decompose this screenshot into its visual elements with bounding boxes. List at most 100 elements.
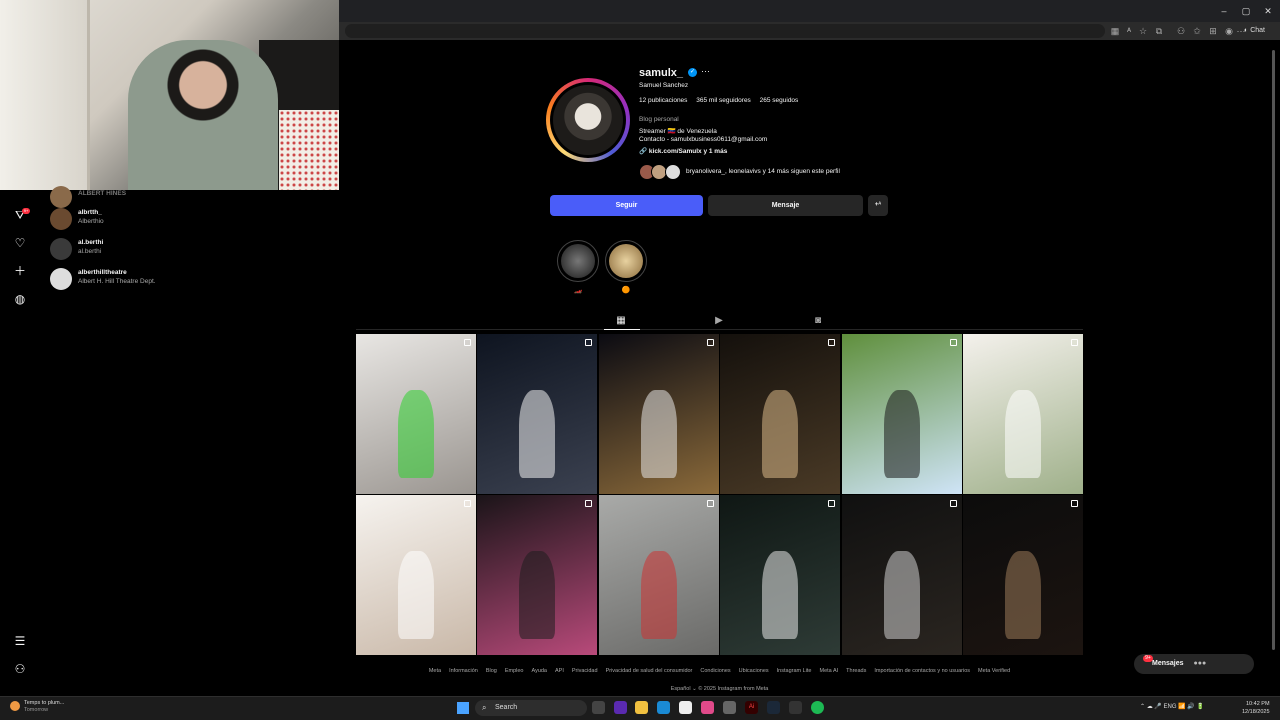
create-plus-icon[interactable]: ＋ xyxy=(11,262,29,280)
taskbar-search[interactable]: Search xyxy=(475,700,587,716)
edge-browser-icon[interactable] xyxy=(657,701,670,714)
highlight-cover xyxy=(609,244,643,278)
footer-link[interactable]: Ayuda xyxy=(532,668,548,674)
app-icon[interactable] xyxy=(679,701,692,714)
post-thumbnail[interactable] xyxy=(477,495,598,655)
tab-tagged-icon[interactable]: ◙ xyxy=(811,314,825,328)
footer-link[interactable]: Instagram Lite xyxy=(777,668,812,674)
windows-start-icon[interactable] xyxy=(457,702,469,714)
url-field[interactable] xyxy=(345,24,1105,38)
search-result-item[interactable]: albrtth_ Alberthio xyxy=(50,206,250,232)
profile-stats: 12 publicaciones 365 mil seguidores 265 … xyxy=(639,97,805,104)
favorite-star-icon[interactable]: ☆ xyxy=(1136,24,1150,38)
highlight-label: 🏎️ xyxy=(573,287,583,294)
post-thumbnail[interactable] xyxy=(962,334,1083,494)
footer-link[interactable]: Información xyxy=(449,668,478,674)
system-tray[interactable]: ⌃ ☁ 🎤 ENG 📶 🔊 🔋 xyxy=(1140,703,1204,710)
suggested-users-button[interactable]: +ᴬ xyxy=(868,195,888,216)
steam-icon[interactable] xyxy=(767,701,780,714)
read-aloud-icon[interactable]: ᴬ xyxy=(1122,24,1136,38)
copilot-app-icon[interactable] xyxy=(614,701,627,714)
tabs-divider xyxy=(356,329,1083,330)
profile-link[interactable]: 🔗 kick.com/Samulx y 1 más xyxy=(639,147,727,155)
adobe-illustrator-icon[interactable]: Ai xyxy=(745,701,758,714)
webcam-bed xyxy=(279,110,339,190)
carousel-icon xyxy=(1070,500,1078,507)
more-options-icon[interactable]: ··· xyxy=(701,66,710,76)
copilot-chat-button[interactable]: ◐ Chat xyxy=(1244,24,1265,38)
minimize-button[interactable]: – xyxy=(1214,4,1234,18)
footer-link[interactable]: Condiciones xyxy=(700,668,730,674)
task-view-icon[interactable] xyxy=(592,701,605,714)
post-subject xyxy=(640,390,677,478)
highlight-label: 🟠 xyxy=(621,287,631,294)
search-result-item[interactable]: alberthilltheatre Albert H. Hill Theatre… xyxy=(50,266,250,292)
close-button[interactable]: ✕ xyxy=(1258,4,1278,18)
following-count[interactable]: 265 seguidos xyxy=(760,97,799,104)
tab-reels-icon[interactable]: ▶ xyxy=(712,314,726,328)
post-thumbnail[interactable] xyxy=(598,495,719,655)
heart-icon[interactable]: ♡ xyxy=(11,234,29,252)
message-button[interactable]: Mensaje xyxy=(708,195,863,216)
story-highlight[interactable] xyxy=(605,240,647,282)
post-thumbnail[interactable] xyxy=(841,334,962,494)
post-thumbnail[interactable] xyxy=(841,495,962,655)
post-thumbnail[interactable] xyxy=(477,334,598,494)
footer-link[interactable]: Meta xyxy=(429,668,441,674)
followers-count[interactable]: 365 mil seguidores xyxy=(696,97,751,104)
weather-line1: Temps to plum... xyxy=(24,700,65,706)
footer-link[interactable]: Empleo xyxy=(505,668,524,674)
post-thumbnail[interactable] xyxy=(598,334,719,494)
post-subject xyxy=(1004,390,1041,478)
webcam-person xyxy=(128,40,278,190)
footer-link[interactable]: Meta Verified xyxy=(978,668,1010,674)
post-thumbnail[interactable] xyxy=(356,495,476,655)
post-subject xyxy=(519,390,556,478)
carousel-icon xyxy=(949,339,957,346)
maximize-button[interactable]: ▢ xyxy=(1236,4,1256,18)
post-thumbnail[interactable] xyxy=(962,495,1083,655)
split-screen-icon[interactable]: ⚇ xyxy=(1174,24,1188,38)
instagram-app-icon[interactable] xyxy=(701,701,714,714)
search-result-item[interactable]: al.berthi al.berthi xyxy=(50,236,250,262)
weather-icon[interactable] xyxy=(10,701,20,711)
store-icon[interactable] xyxy=(723,701,736,714)
post-thumbnail[interactable] xyxy=(720,334,841,494)
post-subject xyxy=(1004,551,1041,639)
story-highlight[interactable] xyxy=(557,240,599,282)
also-from-meta-icon[interactable]: ⚇ xyxy=(11,660,29,678)
carousel-icon xyxy=(464,500,471,507)
weather-line2: Tomorrow xyxy=(24,707,49,713)
scrollbar-thumb[interactable] xyxy=(1272,50,1275,650)
more-menu-icon[interactable]: ☰ xyxy=(11,632,29,650)
footer-link[interactable]: Privacidad de salud del consumidor xyxy=(606,668,693,674)
footer-link[interactable]: Threads xyxy=(846,668,866,674)
footer-link[interactable]: Ubicaciones xyxy=(739,668,769,674)
post-thumbnail[interactable] xyxy=(356,334,476,494)
tab-posts-grid-icon[interactable]: ▦ xyxy=(614,314,628,328)
footer-link[interactable]: Blog xyxy=(486,668,497,674)
extensions-icon[interactable]: ⧉ xyxy=(1152,24,1166,38)
taskbar-clock[interactable]: 10:42 PM 12/18/2025 xyxy=(1242,700,1270,716)
favorites-icon[interactable]: ✩ xyxy=(1190,24,1204,38)
profile-avatar-icon[interactable]: ◍ xyxy=(11,290,29,308)
file-explorer-icon[interactable] xyxy=(635,701,648,714)
search-result-username: alberthilltheatre xyxy=(78,269,127,276)
apps-icon[interactable]: ▦ xyxy=(1108,24,1122,38)
post-thumbnail[interactable] xyxy=(720,495,841,655)
clock-date: 12/18/2025 xyxy=(1242,709,1270,715)
spotify-icon[interactable] xyxy=(811,701,824,714)
chat-label: Chat xyxy=(1250,27,1265,34)
footer-link[interactable]: Meta AI xyxy=(820,668,839,674)
footer-link[interactable]: Importación de contactos y no usuarios xyxy=(874,668,970,674)
highlight-cover xyxy=(561,244,595,278)
carousel-icon xyxy=(949,500,957,507)
footer-link[interactable]: Privacidad xyxy=(572,668,598,674)
weather-widget[interactable]: Temps to plum... Tomorrow xyxy=(24,700,64,714)
follow-button[interactable]: Seguir xyxy=(550,195,703,216)
search-result-name: Albert H. Hill Theatre Dept. xyxy=(78,278,156,285)
profile-avatar[interactable] xyxy=(553,85,623,155)
obs-icon[interactable] xyxy=(789,701,802,714)
collections-icon[interactable]: ⊞ xyxy=(1206,24,1220,38)
footer-link[interactable]: API xyxy=(555,668,564,674)
